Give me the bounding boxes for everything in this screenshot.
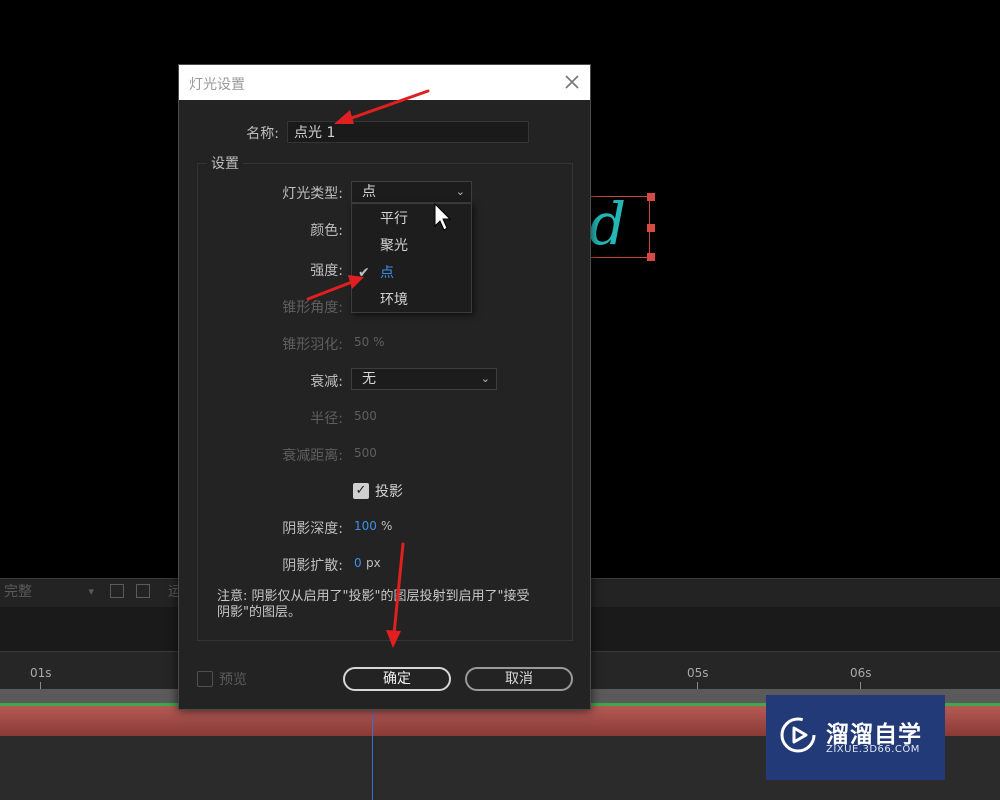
transform-handle[interactable] [647, 193, 655, 201]
menu-item-ambient[interactable]: 环境 [352, 287, 471, 313]
color-label: 颜色: [310, 223, 343, 239]
cone-angle-label: 锥形角度: [282, 300, 343, 316]
menu-item-spot[interactable]: 聚光 [352, 233, 471, 259]
radius-label: 半径: [310, 411, 343, 427]
falloff-distance-label: 衰减距离: [282, 448, 343, 464]
preview-checkbox[interactable] [197, 671, 213, 687]
text-layer-bounding-box[interactable]: d [588, 190, 655, 261]
settings-legend: 设置 [207, 153, 243, 173]
cancel-button[interactable]: 取消 [465, 667, 573, 691]
tick-label: 01s [30, 666, 52, 680]
casts-shadows-label[interactable]: 投影 [375, 481, 403, 501]
dialog-titlebar[interactable]: 灯光设置 [179, 65, 590, 100]
cone-feather-label: 锥形羽化: [282, 337, 343, 353]
shadow-note: 注意: 阴影仅从启用了"投影"的图层投射到启用了"接受阴影"的图层。 [217, 589, 530, 620]
light-settings-dialog: 灯光设置 名称: 设置 灯光类型: 点 ⌄ 颜色: 强度: 锥形角度: 锥形羽化… [178, 64, 591, 710]
menu-item-label: 平行 [380, 211, 408, 227]
light-type-menu: 平行 聚光 ✔ 点 环境 [351, 203, 472, 313]
resolution-dropdown[interactable]: 完整 ▾ [4, 582, 100, 602]
falloff-label: 衰减: [310, 374, 343, 390]
shadow-diffusion-label: 阴影扩散: [282, 558, 343, 574]
cone-feather-value: 50 % [354, 335, 385, 349]
shadow-darkness-label: 阴影深度: [282, 521, 343, 537]
preview-label[interactable]: 预览 [219, 669, 247, 689]
falloff-distance-value: 500 [354, 446, 377, 460]
watermark-url: ZIXUE.3D66.COM [826, 744, 920, 755]
watermark: 溜溜自学 ZIXUE.3D66.COM [766, 695, 945, 780]
checkmark-icon: ✔ [358, 265, 370, 281]
shadow-darkness-unit: % [381, 519, 393, 533]
menu-item-label: 点 [380, 265, 394, 281]
shadow-diffusion-unit: px [366, 556, 381, 570]
playhead[interactable] [372, 706, 373, 800]
menu-item-label: 聚光 [380, 238, 408, 254]
casts-shadows-checkbox[interactable]: ✓ [353, 483, 369, 499]
transform-handle[interactable] [647, 253, 655, 261]
light-type-select[interactable]: 点 ⌄ [351, 181, 472, 203]
chevron-down-icon: ⌄ [480, 372, 490, 385]
light-type-label: 灯光类型: [282, 186, 343, 202]
ok-button[interactable]: 确定 [343, 667, 451, 691]
menu-item-point[interactable]: ✔ 点 [352, 260, 471, 286]
shadow-darkness-value[interactable]: 100 [354, 519, 377, 533]
menu-item-label: 环境 [380, 292, 408, 308]
resolution-value: 完整 [4, 584, 32, 600]
close-icon[interactable] [561, 71, 583, 93]
falloff-select[interactable]: 无 ⌄ [351, 368, 497, 390]
tick-label: 06s [850, 666, 872, 680]
chevron-down-icon: ⌄ [455, 185, 465, 198]
tick-label: 05s [687, 666, 709, 680]
chevron-down-icon: ▾ [88, 585, 94, 598]
intensity-label: 强度: [310, 263, 343, 279]
shadow-diffusion-value[interactable]: 0 [354, 556, 362, 570]
radius-value: 500 [354, 409, 377, 423]
light-name-input[interactable] [287, 121, 529, 143]
transparency-grid-icon[interactable] [136, 584, 150, 598]
name-label: 名称: [246, 126, 279, 142]
falloff-value: 无 [362, 371, 376, 387]
region-of-interest-icon[interactable] [110, 584, 124, 598]
play-logo-icon [780, 717, 816, 753]
menu-item-parallel[interactable]: 平行 [352, 206, 471, 232]
dialog-title: 灯光设置 [189, 77, 245, 93]
light-type-value: 点 [362, 184, 376, 200]
text-layer-glyph: d [589, 190, 627, 258]
transform-handle[interactable] [647, 224, 655, 232]
